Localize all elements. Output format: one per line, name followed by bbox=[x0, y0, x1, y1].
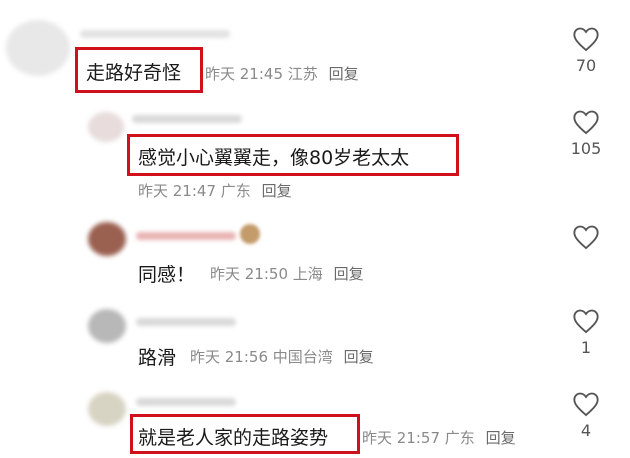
like-button[interactable]: 70 bbox=[566, 26, 606, 75]
like-count: 70 bbox=[575, 56, 597, 75]
comment-location: 江苏 bbox=[287, 65, 318, 83]
reply-button[interactable]: 回复 bbox=[334, 265, 364, 283]
reply-button[interactable]: 回复 bbox=[486, 429, 516, 447]
avatar[interactable] bbox=[88, 392, 126, 426]
comment-text: 路滑 bbox=[138, 347, 177, 369]
comment-meta: 昨天 21:56 中国台湾 回复 bbox=[190, 346, 374, 367]
heart-outline-icon bbox=[573, 27, 599, 52]
heart-outline-icon bbox=[573, 110, 599, 135]
like-button[interactable] bbox=[566, 224, 606, 254]
like-button[interactable]: 4 bbox=[566, 391, 606, 440]
like-button[interactable]: 1 bbox=[566, 308, 606, 357]
like-count: 1 bbox=[580, 338, 592, 357]
comment-location: 中国台湾 bbox=[272, 348, 333, 366]
comment-text: 同感！ bbox=[138, 264, 196, 286]
comment-meta: 昨天 21:45 江苏 回复 bbox=[205, 63, 359, 84]
sticker-icon bbox=[240, 224, 260, 244]
comment-time: 昨天 21:50 bbox=[210, 265, 288, 283]
username-blurred bbox=[136, 232, 236, 240]
username-blurred bbox=[136, 398, 236, 406]
like-button[interactable]: 105 bbox=[566, 109, 606, 158]
comment-location: 上海 bbox=[292, 265, 323, 283]
avatar[interactable] bbox=[88, 112, 124, 142]
reply-button[interactable]: 回复 bbox=[344, 348, 374, 366]
comment-time: 昨天 21:47 bbox=[138, 182, 216, 200]
username-blurred bbox=[132, 115, 242, 123]
comment-location: 广东 bbox=[220, 182, 251, 200]
comment-text: 走路好奇怪 bbox=[86, 62, 182, 84]
comment-text: 就是老人家的走路姿势 bbox=[138, 427, 329, 449]
heart-outline-icon bbox=[573, 392, 599, 417]
comment-location: 广东 bbox=[444, 429, 475, 447]
avatar[interactable] bbox=[6, 20, 70, 76]
username-blurred bbox=[80, 30, 230, 38]
heart-outline-icon bbox=[573, 309, 599, 334]
comment-time: 昨天 21:45 bbox=[205, 65, 283, 83]
comment-meta: 昨天 21:47 广东 回复 bbox=[138, 180, 292, 201]
avatar[interactable] bbox=[88, 309, 126, 343]
reply-button[interactable]: 回复 bbox=[262, 182, 292, 200]
comment-text: 感觉小心翼翼走，像80岁老太太 bbox=[138, 147, 410, 169]
like-count: 105 bbox=[570, 139, 602, 158]
heart-outline-icon bbox=[573, 225, 599, 250]
like-count: 4 bbox=[580, 421, 592, 440]
comment-time: 昨天 21:57 bbox=[362, 429, 440, 447]
avatar[interactable] bbox=[88, 222, 126, 256]
username-blurred bbox=[136, 318, 236, 326]
comment-meta: 昨天 21:57 广东 回复 bbox=[362, 427, 516, 448]
comment-time: 昨天 21:56 bbox=[190, 348, 268, 366]
comment-meta: 昨天 21:50 上海 回复 bbox=[210, 263, 364, 284]
reply-button[interactable]: 回复 bbox=[329, 65, 359, 83]
